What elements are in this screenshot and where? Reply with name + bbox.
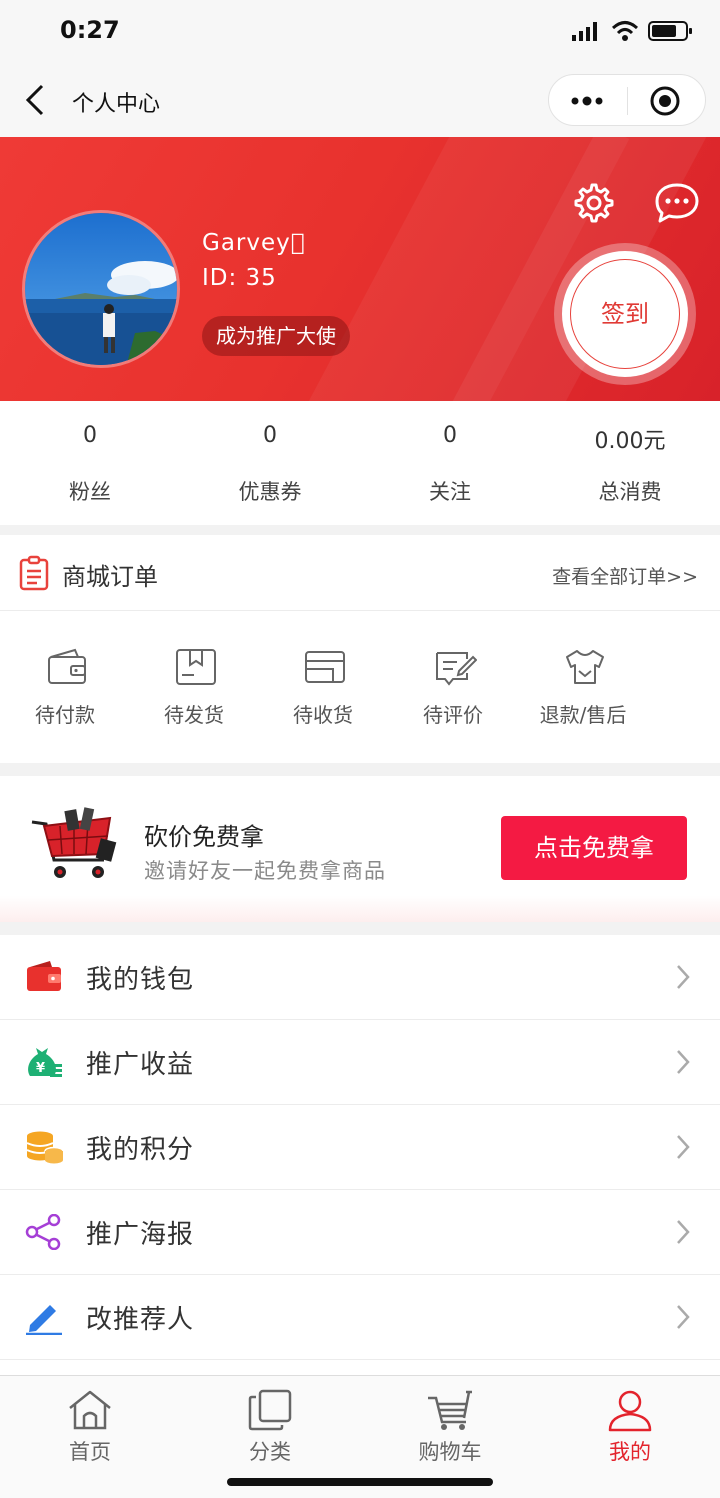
order-label: 退款/售后 bbox=[539, 703, 627, 727]
status-bar: 0:27 bbox=[0, 0, 720, 64]
stat-total-spend[interactable]: 0.00元 总消费 bbox=[540, 401, 720, 525]
battery-icon bbox=[648, 21, 692, 41]
stat-coupons[interactable]: 0 优惠券 bbox=[180, 401, 360, 525]
message-icon[interactable] bbox=[654, 181, 700, 225]
stat-following[interactable]: 0 关注 bbox=[360, 401, 540, 525]
menu-item-promotion-earnings[interactable]: ¥ 推广收益 bbox=[0, 1020, 720, 1105]
category-icon bbox=[248, 1389, 292, 1431]
avatar-photo bbox=[25, 213, 177, 365]
gear-icon[interactable] bbox=[570, 181, 614, 225]
tab-label: 我的 bbox=[609, 1440, 651, 1464]
avatar[interactable] bbox=[22, 210, 180, 368]
stat-label: 优惠券 bbox=[238, 480, 302, 504]
status-time: 0:27 bbox=[60, 16, 120, 44]
orders-header: 商城订单 查看全部订单>> bbox=[0, 535, 720, 611]
stat-label: 关注 bbox=[429, 480, 471, 504]
menu-item-label: 推广海报 bbox=[86, 1220, 195, 1250]
menu-item-label: 改推荐人 bbox=[86, 1305, 195, 1335]
user-icon bbox=[608, 1390, 652, 1432]
mall-orders-section: 商城订单 查看全部订单>> 待付款 待发货 待收货 待评价 退款/售后 bbox=[0, 535, 720, 763]
menu-item-label: 推广收益 bbox=[86, 1050, 195, 1080]
stat-fans[interactable]: 0 粉丝 bbox=[0, 401, 180, 525]
chevron-right-icon bbox=[677, 1220, 690, 1244]
chevron-right-icon bbox=[677, 1135, 690, 1159]
menu-item-change-referrer[interactable]: 改推荐人 bbox=[0, 1275, 720, 1360]
tab-category[interactable]: 分类 bbox=[180, 1376, 360, 1471]
tab-label: 首页 bbox=[69, 1440, 111, 1464]
menu-item-label: 我的积分 bbox=[86, 1135, 195, 1165]
view-all-orders-link[interactable]: 查看全部订单>> bbox=[552, 562, 698, 589]
order-refund-aftersale[interactable]: 退款/售后 bbox=[518, 635, 648, 735]
tab-cart[interactable]: 购物车 bbox=[360, 1376, 540, 1471]
wifi-icon bbox=[611, 21, 639, 41]
money-bag-icon: ¥ bbox=[28, 1048, 62, 1077]
order-label: 待发货 bbox=[164, 703, 224, 727]
menu-list: 我的钱包 ¥ 推广收益 我的积分 推广海报 改推荐人 bbox=[0, 935, 720, 1375]
stat-value: 0 bbox=[83, 423, 97, 448]
become-ambassador-button[interactable]: 成为推广大使 bbox=[202, 316, 350, 356]
menu-item-wallet[interactable]: 我的钱包 bbox=[0, 935, 720, 1020]
signal-icon bbox=[572, 22, 597, 41]
menu-item-promo-poster[interactable]: 推广海报 bbox=[0, 1190, 720, 1275]
pencil-icon bbox=[26, 1305, 62, 1335]
tab-mine[interactable]: 我的 bbox=[540, 1376, 720, 1471]
order-pending-receipt[interactable]: 待收货 bbox=[258, 635, 388, 735]
capsule-divider bbox=[627, 87, 628, 115]
sign-in-button[interactable]: 签到 bbox=[554, 243, 696, 385]
back-arrow-icon[interactable] bbox=[22, 82, 50, 118]
home-icon bbox=[69, 1390, 111, 1430]
order-pending-payment[interactable]: 待付款 bbox=[0, 635, 130, 735]
orders-title: 商城订单 bbox=[62, 563, 158, 591]
shopping-cart-illustration bbox=[31, 807, 117, 878]
stat-value: 0 bbox=[443, 423, 457, 448]
stats-row: 0 粉丝 0 优惠券 0 关注 0.00元 总消费 bbox=[0, 401, 720, 525]
shirt-icon bbox=[566, 650, 604, 684]
user-id: ID: 35 bbox=[202, 265, 277, 291]
mini-program-capsule bbox=[548, 74, 706, 126]
order-label: 待收货 bbox=[293, 703, 353, 727]
close-miniprogram-icon[interactable] bbox=[649, 85, 681, 117]
nav-bar: 个人中心 bbox=[0, 64, 720, 137]
profile-header: Garvey  ID: 35 成为推广大使 签到 bbox=[0, 137, 720, 401]
stat-value: 0 bbox=[263, 423, 277, 448]
page-title: 个人中心 bbox=[72, 92, 161, 117]
stat-label: 粉丝 bbox=[69, 480, 111, 504]
tab-home[interactable]: 首页 bbox=[0, 1376, 180, 1471]
stat-label: 总消费 bbox=[598, 480, 662, 504]
chevron-right-icon bbox=[677, 1305, 690, 1329]
order-pending-shipment[interactable]: 待发货 bbox=[129, 635, 259, 735]
clipboard-icon bbox=[19, 555, 49, 591]
bargain-banner[interactable]: 砍价免费拿 邀请好友一起免费拿商品 点击免费拿 bbox=[0, 776, 720, 922]
svg-text:¥: ¥ bbox=[36, 1061, 45, 1076]
chevron-right-icon bbox=[677, 1050, 690, 1074]
home-indicator[interactable] bbox=[227, 1478, 493, 1486]
order-label: 待付款 bbox=[35, 703, 95, 727]
card-icon bbox=[305, 651, 345, 683]
order-label: 待评价 bbox=[423, 703, 483, 727]
menu-item-points[interactable]: 我的积分 bbox=[0, 1105, 720, 1190]
tab-label: 分类 bbox=[249, 1440, 291, 1464]
more-icon[interactable] bbox=[569, 89, 609, 113]
tab-label: 购物车 bbox=[418, 1440, 482, 1464]
get-free-button[interactable]: 点击免费拿 bbox=[501, 816, 687, 880]
menu-item-label: 我的钱包 bbox=[86, 965, 195, 995]
coins-icon bbox=[26, 1131, 64, 1164]
cart-icon bbox=[428, 1390, 472, 1430]
sign-in-circle: 签到 bbox=[562, 251, 688, 377]
wallet-icon bbox=[48, 648, 86, 684]
bargain-subtitle: 邀请好友一起免费拿商品 bbox=[144, 859, 386, 883]
user-name: Garvey  bbox=[202, 230, 306, 256]
chevron-right-icon bbox=[677, 965, 690, 989]
order-pending-review[interactable]: 待评价 bbox=[388, 635, 518, 735]
sign-in-label: 签到 bbox=[601, 300, 649, 328]
stat-value: 0.00元 bbox=[594, 429, 666, 454]
bargain-title: 砍价免费拿 bbox=[144, 823, 264, 851]
wallet-icon bbox=[27, 961, 61, 991]
share-icon bbox=[25, 1214, 61, 1250]
review-icon bbox=[436, 652, 477, 686]
package-icon bbox=[176, 649, 216, 685]
